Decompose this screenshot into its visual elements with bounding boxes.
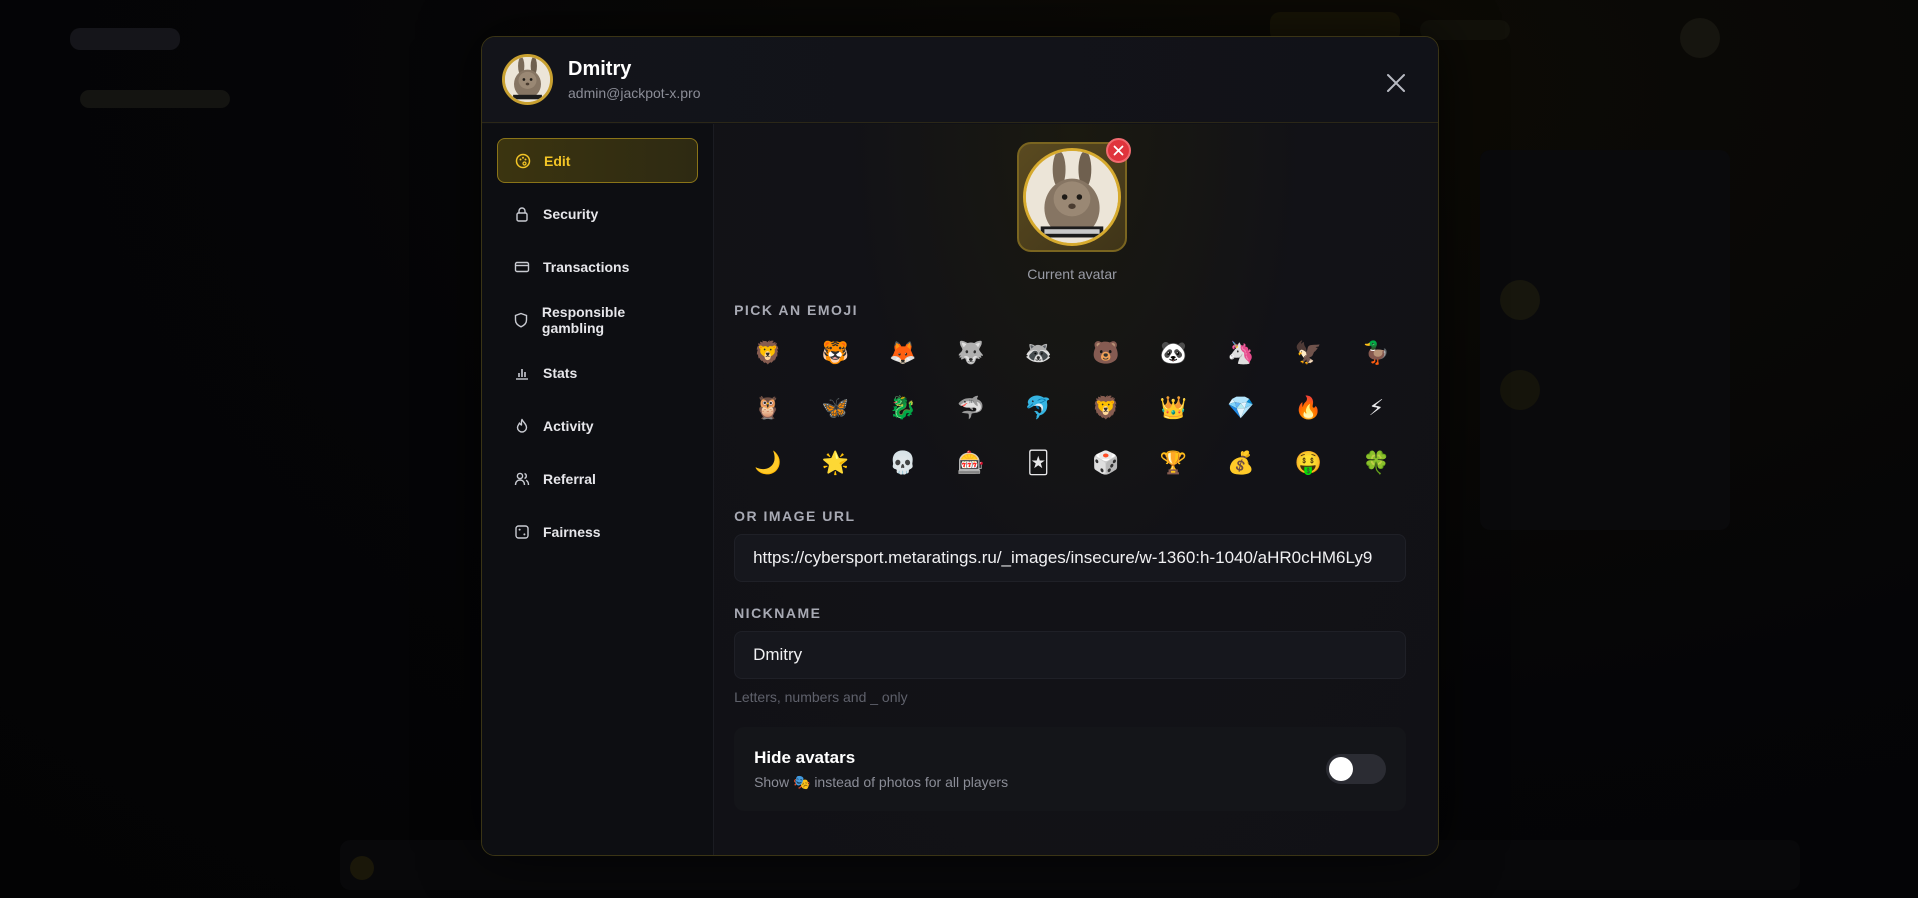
backdrop-card-dot bbox=[1500, 280, 1540, 320]
dice-icon bbox=[513, 523, 531, 541]
sidebar-item-stats[interactable]: Stats bbox=[497, 350, 698, 395]
emoji-option[interactable]: 👑 bbox=[1140, 381, 1208, 436]
sidebar-item-label: Transactions bbox=[543, 258, 630, 275]
settings-sidebar: Edit Security Transactions Responsible g… bbox=[482, 124, 715, 855]
emoji-option[interactable]: 🎰 bbox=[937, 436, 1005, 491]
sidebar-item-label: Security bbox=[543, 205, 599, 222]
backdrop-bottom-dot bbox=[350, 856, 374, 880]
sidebar-item-label: Responsible gambling bbox=[541, 303, 626, 336]
edit-panel: Current avatar PICK AN EMOJI 🦁 🐯 🦊 🐺 🦝 🐻… bbox=[714, 124, 1438, 855]
sidebar-item-label: Fairness bbox=[543, 523, 601, 540]
emoji-option[interactable]: 🎲 bbox=[1072, 436, 1140, 491]
nickname-label: NICKNAME bbox=[734, 605, 822, 621]
toggle-knob bbox=[1329, 757, 1354, 781]
image-url-label: OR IMAGE URL bbox=[734, 508, 856, 524]
emoji-option[interactable]: 🐼 bbox=[1140, 326, 1208, 381]
backdrop-header-button-2 bbox=[1420, 20, 1510, 40]
header-avatar bbox=[502, 54, 553, 105]
sidebar-item-label: Activity bbox=[543, 417, 594, 434]
sidebar-item-label: Stats bbox=[543, 364, 578, 381]
rabbit-avatar-image bbox=[1026, 151, 1119, 243]
emoji-option[interactable]: 🦄 bbox=[1207, 326, 1275, 381]
remove-icon bbox=[1113, 145, 1124, 156]
hide-avatars-subtitle: Show 🎭 instead of photos for all players bbox=[754, 774, 1008, 791]
emoji-grid: 🦁 🐯 🦊 🐺 🦝 🐻 🐼 🦄 🦅 🦆 🦉 🦋 🐉 🦈 🐬 🦁 👑 💎 🔥 ⚡ … bbox=[734, 326, 1410, 491]
emoji-option[interactable]: 🐻 bbox=[1072, 326, 1140, 381]
emoji-option[interactable]: 🦁 bbox=[734, 326, 802, 381]
backdrop-user-chip bbox=[1680, 18, 1720, 58]
emoji-option[interactable]: ⚡ bbox=[1342, 381, 1410, 436]
emoji-option[interactable]: 🃏 bbox=[1004, 436, 1072, 491]
sidebar-item-edit[interactable]: Edit bbox=[497, 138, 699, 183]
sidebar-item-responsible-gambling[interactable]: Responsible gambling bbox=[497, 297, 698, 342]
emoji-section-label: PICK AN EMOJI bbox=[734, 302, 859, 318]
emoji-option[interactable]: 🍀 bbox=[1342, 436, 1410, 491]
avatar-image bbox=[1023, 148, 1122, 246]
nickname-hint: Letters, numbers and _ only bbox=[734, 689, 908, 705]
user-name: Dmitry bbox=[568, 58, 632, 80]
flame-icon bbox=[513, 417, 531, 435]
emoji-option[interactable]: 🦊 bbox=[869, 326, 937, 381]
subtitle-prefix: Show bbox=[754, 773, 790, 790]
image-url-input[interactable]: https://cybersport.metaratings.ru/_image… bbox=[734, 534, 1407, 582]
hide-avatars-toggle[interactable] bbox=[1326, 754, 1387, 784]
close-button[interactable] bbox=[1384, 71, 1408, 95]
hide-avatars-title: Hide avatars bbox=[754, 747, 856, 767]
emoji-option[interactable]: 💰 bbox=[1207, 436, 1275, 491]
sidebar-item-referral[interactable]: Referral bbox=[497, 456, 698, 501]
emoji-option[interactable]: 🐯 bbox=[802, 326, 870, 381]
emoji-option[interactable]: 🐉 bbox=[869, 381, 937, 436]
emoji-option[interactable]: 🦝 bbox=[1004, 326, 1072, 381]
emoji-option[interactable]: 🦅 bbox=[1275, 326, 1343, 381]
bar-chart-icon bbox=[513, 364, 531, 382]
emoji-option[interactable]: 🏆 bbox=[1140, 436, 1208, 491]
sidebar-item-transactions[interactable]: Transactions bbox=[497, 244, 698, 289]
sidebar-item-fairness[interactable]: Fairness bbox=[497, 509, 698, 554]
emoji-option[interactable]: 🦆 bbox=[1342, 326, 1410, 381]
profile-modal: Dmitry admin@jackpot-x.pro Edit Security bbox=[481, 36, 1439, 856]
remove-avatar-button[interactable] bbox=[1106, 138, 1132, 163]
sidebar-item-security[interactable]: Security bbox=[497, 191, 698, 236]
nickname-input[interactable]: Dmitry bbox=[734, 631, 1407, 679]
credit-card-icon bbox=[513, 258, 531, 276]
subtitle-suffix: instead of photos for all players bbox=[814, 773, 1009, 790]
emoji-option[interactable]: 🦉 bbox=[734, 381, 802, 436]
backdrop-logo bbox=[70, 28, 180, 50]
sidebar-item-label: Edit bbox=[544, 152, 571, 169]
backdrop-title bbox=[80, 90, 230, 108]
palette-icon bbox=[514, 152, 532, 170]
close-icon bbox=[1387, 74, 1405, 92]
modal-header: Dmitry admin@jackpot-x.pro bbox=[482, 37, 1438, 123]
emoji-option[interactable]: 🌙 bbox=[734, 436, 802, 491]
emoji-option[interactable]: 💀 bbox=[869, 436, 937, 491]
emoji-option[interactable]: 🐬 bbox=[1004, 381, 1072, 436]
emoji-option[interactable]: 🦋 bbox=[802, 381, 870, 436]
rabbit-avatar-image bbox=[505, 57, 550, 102]
mask-emoji: 🎭 bbox=[792, 774, 811, 791]
hide-avatars-setting: Hide avatars Show 🎭 instead of photos fo… bbox=[734, 727, 1407, 811]
emoji-option[interactable]: 💎 bbox=[1207, 381, 1275, 436]
current-avatar bbox=[1017, 138, 1132, 252]
lock-icon bbox=[513, 205, 531, 223]
sidebar-item-label: Referral bbox=[543, 470, 596, 487]
backdrop-card-dot-2 bbox=[1500, 370, 1540, 410]
users-icon bbox=[513, 470, 531, 488]
avatar-caption: Current avatar bbox=[1027, 266, 1117, 282]
backdrop-card bbox=[1480, 150, 1730, 530]
emoji-option[interactable]: 🦁 bbox=[1072, 381, 1140, 436]
emoji-option[interactable]: 🦈 bbox=[937, 381, 1005, 436]
sidebar-item-activity[interactable]: Activity bbox=[497, 403, 698, 448]
shield-icon bbox=[513, 311, 530, 329]
emoji-option[interactable]: 🌟 bbox=[802, 436, 870, 491]
emoji-option[interactable]: 🤑 bbox=[1275, 436, 1343, 491]
user-email: admin@jackpot-x.pro bbox=[568, 85, 701, 101]
emoji-option[interactable]: 🐺 bbox=[937, 326, 1005, 381]
emoji-option[interactable]: 🔥 bbox=[1275, 381, 1343, 436]
